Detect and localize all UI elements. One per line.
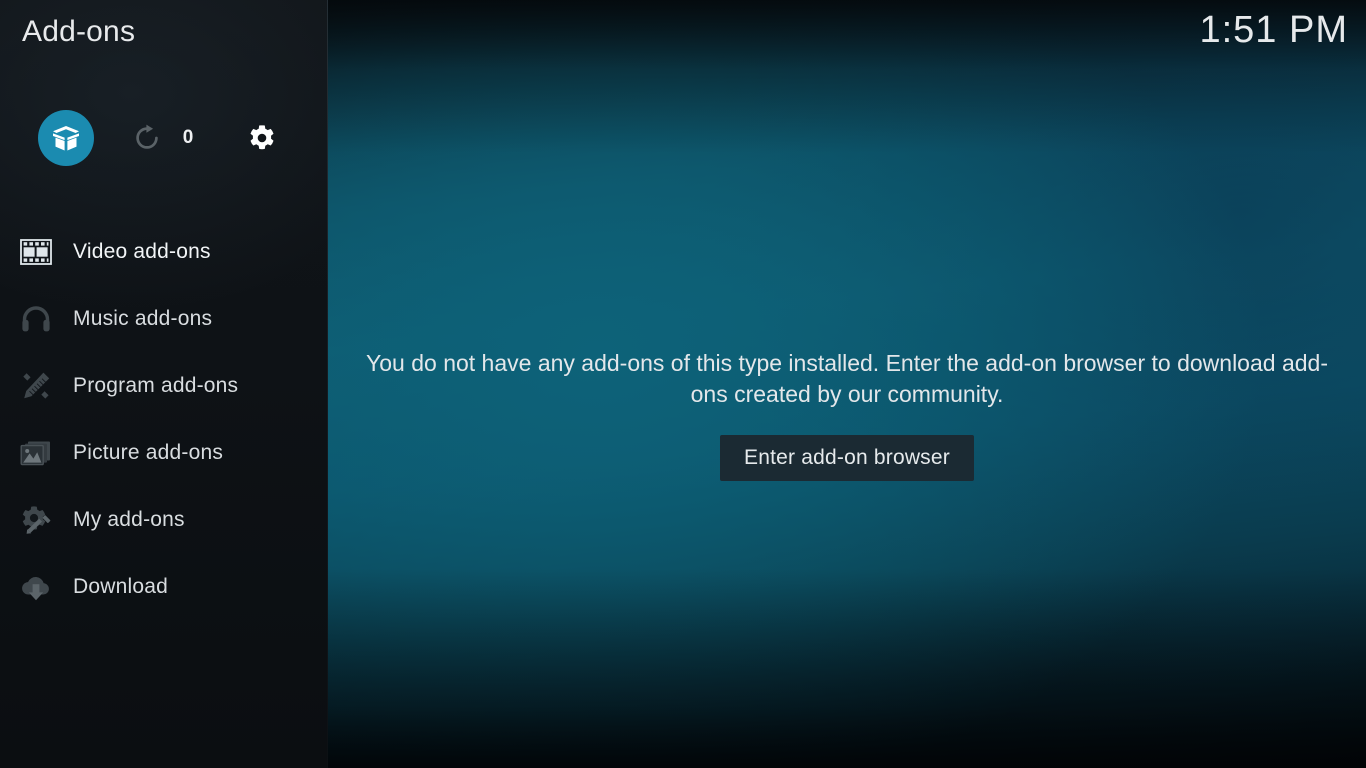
page-title: Add-ons — [22, 15, 136, 48]
sidebar-item-music-addons[interactable]: Music add-ons — [0, 285, 328, 352]
enter-addon-browser-button[interactable]: Enter add-on browser — [720, 435, 974, 481]
sidebar-item-picture-addons[interactable]: Picture add-ons — [0, 419, 328, 486]
settings-button[interactable] — [244, 120, 280, 156]
clock: 1:51 PM — [1199, 9, 1348, 51]
sidebar-item-program-addons[interactable]: Program add-ons — [0, 352, 328, 419]
sidebar-item-download[interactable]: Download — [0, 553, 328, 620]
sidebar-item-label: Picture add-ons — [73, 440, 224, 464]
cloud-download-icon — [16, 567, 56, 607]
headphones-icon — [16, 299, 56, 339]
sidebar-item-label: Music add-ons — [73, 306, 213, 330]
sidebar-item-label: Video add-ons — [73, 239, 211, 263]
sidebar-item-label: Download — [73, 574, 168, 598]
update-count-badge: 0 — [182, 127, 194, 148]
check-updates-button[interactable] — [130, 121, 164, 155]
pencil-ruler-icon — [16, 366, 56, 406]
photo-stack-icon — [16, 433, 56, 473]
refresh-icon — [133, 124, 161, 152]
sidebar-menu: Video add-ons Music add-ons Program add-… — [0, 218, 328, 620]
empty-state: You do not have any add-ons of this type… — [328, 348, 1366, 481]
main-content: 1:51 PM You do not have any add-ons of t… — [328, 0, 1366, 768]
kodi-addons-screen: Add-ons 0 Video add-ons Music add-ons Pr… — [0, 0, 1366, 768]
sidebar: Add-ons 0 Video add-ons Music add-ons Pr… — [0, 0, 328, 768]
empty-state-message: You do not have any add-ons of this type… — [366, 350, 1328, 407]
sidebar-item-my-addons[interactable]: My add-ons — [0, 486, 328, 553]
sidebar-item-label: Program add-ons — [73, 373, 239, 397]
sidebar-toolbar: 0 — [0, 110, 328, 168]
package-box-icon — [51, 124, 81, 152]
sidebar-item-label: My add-ons — [73, 507, 185, 531]
gear-icon — [246, 122, 278, 154]
addon-browser-button[interactable] — [38, 110, 94, 166]
gear-screwdriver-icon — [16, 500, 56, 540]
sidebar-item-video-addons[interactable]: Video add-ons — [0, 218, 328, 285]
film-strip-icon — [16, 232, 56, 272]
